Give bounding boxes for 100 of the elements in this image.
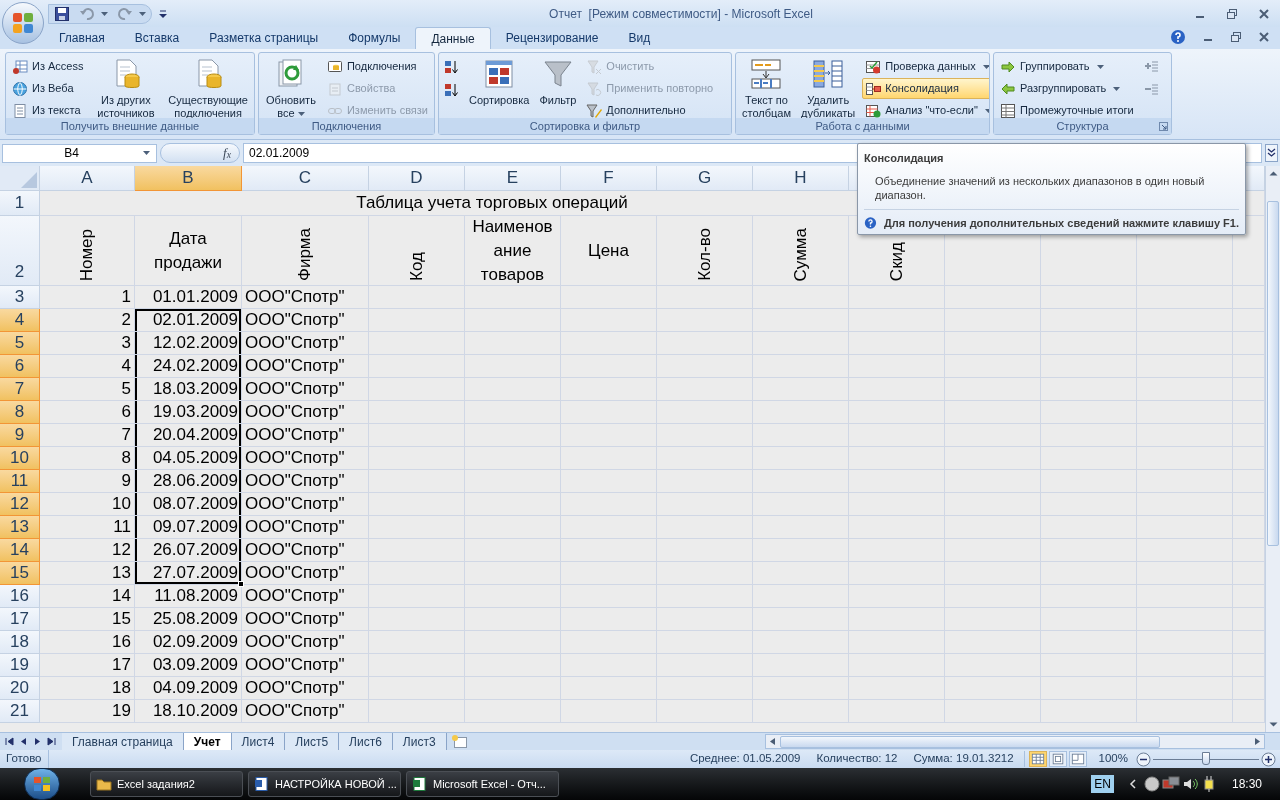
window-title: Отчет [Режим совместимости] - Microsoft Excel	[549, 5, 813, 23]
close-icon[interactable]	[1258, 8, 1270, 19]
scrollbar-thumb[interactable]	[1267, 201, 1279, 546]
column-header[interactable]: H	[753, 166, 849, 191]
column-header[interactable]: F	[561, 166, 657, 191]
zoom-level[interactable]: 100%	[1090, 750, 1136, 768]
plus-list-icon[interactable]	[1142, 59, 1159, 75]
zoom-slider[interactable]	[1153, 752, 1259, 766]
name-box[interactable]: B4	[2, 143, 157, 163]
language-indicator[interactable]: EN	[1091, 775, 1114, 793]
column-header[interactable]: B	[135, 166, 242, 191]
ribbon-tab[interactable]: Главная	[44, 27, 120, 49]
insert-function-button[interactable]: f$_{x}$	[160, 143, 240, 163]
normal-view-icon[interactable]	[1029, 752, 1046, 766]
chevron-left-icon[interactable]	[1127, 778, 1138, 790]
ribbon-tab[interactable]: Рецензирование	[490, 27, 614, 49]
table-cell: 09.07.2009	[135, 516, 242, 539]
badge-icon[interactable]	[1143, 776, 1160, 792]
column-header[interactable]: C	[242, 166, 369, 191]
row-header[interactable]: 9	[0, 424, 40, 447]
row-header[interactable]: 14	[0, 539, 40, 562]
row-header[interactable]: 6	[0, 355, 40, 378]
next-sheet-icon[interactable]	[33, 737, 42, 746]
dialog-launcher-icon[interactable]	[1159, 122, 1168, 131]
ribbon-tab[interactable]: Формулы	[333, 27, 416, 49]
sheet-tab[interactable]: Главная страница	[62, 733, 184, 750]
column-header[interactable]: G	[657, 166, 753, 191]
taskbar-button[interactable]: Excel задания2	[90, 771, 243, 797]
zoom-in-icon[interactable]	[1261, 751, 1276, 767]
ribbon-button[interactable]: Группировать	[997, 56, 1137, 77]
restore-icon[interactable]	[1230, 32, 1242, 42]
ribbon-button[interactable]: Дополнительно	[583, 100, 717, 118]
column-header[interactable]: D	[369, 166, 465, 191]
horizontal-scrollbar[interactable]	[765, 734, 1265, 749]
ribbon-button[interactable]: Подключения	[323, 56, 431, 77]
column-header[interactable]: A	[40, 166, 135, 191]
table-cell: 18	[40, 677, 135, 700]
office-button[interactable]	[2, 2, 44, 44]
sheet-tab[interactable]: Лист4	[231, 733, 286, 750]
sheet-tab[interactable]: Учет	[183, 733, 232, 750]
row-header[interactable]: 19	[0, 654, 40, 677]
close-icon[interactable]	[1258, 32, 1270, 42]
table-cell: 02.09.2009	[135, 631, 242, 654]
network-icon[interactable]	[1161, 776, 1180, 792]
first-sheet-icon[interactable]	[5, 737, 14, 746]
row-header[interactable]: 8	[0, 401, 40, 424]
sort-ascending-icon[interactable]	[444, 59, 460, 75]
row-header[interactable]: 2	[0, 216, 40, 286]
caret-icon	[982, 64, 989, 69]
ribbon-button[interactable]: Проверка данных	[862, 56, 989, 77]
ribbon-button[interactable]: Разгруппировать	[997, 78, 1137, 99]
ribbon-button[interactable]: Сортировка	[466, 55, 533, 107]
sheet-tab[interactable]: Лист6	[339, 733, 393, 750]
power-icon[interactable]	[1201, 775, 1216, 793]
last-sheet-icon[interactable]	[47, 737, 56, 746]
sort-icon	[483, 58, 516, 90]
row-header[interactable]: 17	[0, 608, 40, 631]
expand-icon[interactable]	[1265, 144, 1278, 162]
row-header[interactable]: 4	[0, 309, 40, 332]
scrollbar-thumb[interactable]	[780, 735, 1160, 748]
row-header[interactable]: 1	[0, 191, 40, 216]
fill-handle[interactable]	[238, 581, 244, 587]
row-header[interactable]: 3	[0, 286, 40, 309]
sheet-tab[interactable]: Лист5	[285, 733, 340, 750]
ribbon-tab[interactable]: Данные	[415, 27, 491, 49]
page-break-icon[interactable]	[1069, 752, 1086, 766]
column-header[interactable]: E	[465, 166, 561, 191]
row-header[interactable]: 15	[0, 562, 40, 585]
zoom-out-icon[interactable]	[1136, 751, 1151, 767]
sort-descending-icon[interactable]	[444, 82, 460, 98]
save-icon[interactable]	[54, 5, 70, 22]
speaker-icon[interactable]	[1181, 776, 1200, 792]
ribbon-button[interactable]: Консолидация	[862, 78, 989, 99]
ribbon-tab[interactable]: Вид	[613, 27, 666, 49]
customize-toolbar-icon[interactable]	[158, 8, 168, 19]
row-header[interactable]: 10	[0, 447, 40, 470]
previous-sheet-icon[interactable]	[19, 737, 28, 746]
ribbon-button[interactable]: Из текста	[9, 100, 87, 118]
ribbon-tab[interactable]: Разметка страницы	[194, 27, 334, 49]
row-header[interactable]: 11	[0, 470, 40, 493]
help-icon[interactable]	[1170, 29, 1186, 45]
taskbar-button[interactable]: НАСТРОЙКА НОВОЙ ...	[248, 771, 401, 797]
ribbon-button[interactable]: Из Access	[9, 56, 87, 77]
row-header[interactable]: 13	[0, 516, 40, 539]
row-header[interactable]: 7	[0, 378, 40, 401]
start-button[interactable]	[24, 768, 60, 800]
row-header[interactable]: 21	[0, 700, 40, 723]
row-header[interactable]: 16	[0, 585, 40, 608]
ribbon-button[interactable]: Фильтр	[536, 55, 580, 107]
row-header[interactable]: 20	[0, 677, 40, 700]
table-cell: 27.07.2009	[135, 562, 242, 585]
table-cell: ООО"Спотр"	[242, 309, 369, 332]
ribbon-button[interactable]: Из Веба	[9, 78, 87, 99]
row-header[interactable]: 12	[0, 493, 40, 516]
restore-icon[interactable]	[1226, 8, 1238, 19]
sheet-tab[interactable]: Лист3	[392, 733, 447, 750]
row-header[interactable]: 5	[0, 332, 40, 355]
ribbon-tab[interactable]: Вставка	[119, 27, 195, 49]
taskbar-button[interactable]: Microsoft Excel - Отч...	[406, 771, 559, 797]
row-header[interactable]: 18	[0, 631, 40, 654]
